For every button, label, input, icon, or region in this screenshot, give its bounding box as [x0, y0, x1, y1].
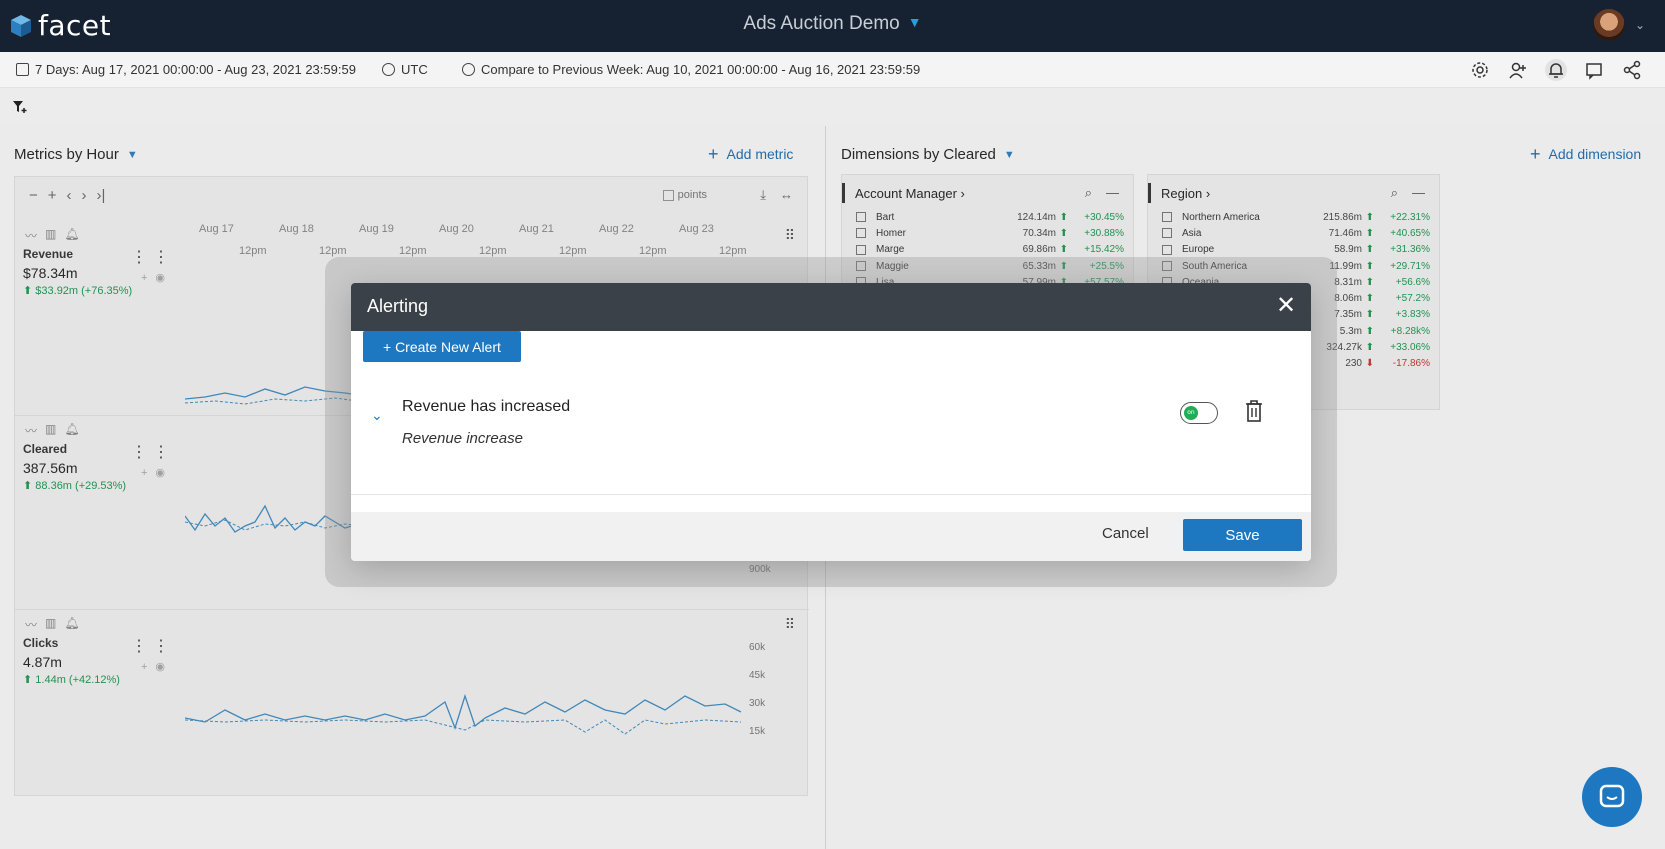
bell-icon[interactable]: [1545, 59, 1567, 81]
calendar-icon: [16, 63, 29, 76]
add-filter-icon[interactable]: [12, 100, 28, 114]
filter-bar: [0, 88, 1665, 126]
compare-text: Compare to Previous Week: Aug 10, 2021 0…: [481, 62, 921, 77]
alert-item: ⌄ Revenue has increased Revenue increase…: [351, 393, 1311, 495]
modal-title: Alerting: [367, 296, 429, 316]
compare-picker[interactable]: Compare to Previous Week: Aug 10, 2021 0…: [462, 62, 920, 77]
user-menu[interactable]: ⌄: [1592, 9, 1645, 41]
toolbar-icons: [1469, 59, 1643, 81]
toggle-knob: on: [1184, 406, 1198, 420]
trash-icon[interactable]: [1244, 399, 1264, 423]
dashboard-title-text: Ads Auction Demo: [743, 13, 900, 34]
save-button[interactable]: Save: [1183, 519, 1302, 551]
dashboard-title[interactable]: Ads Auction Demo ▼: [0, 13, 1665, 35]
time-range-bar: 7 Days: Aug 17, 2021 00:00:00 - Aug 23, …: [0, 52, 1665, 88]
cancel-button[interactable]: Cancel: [1102, 525, 1149, 542]
create-alert-button[interactable]: + Create New Alert: [363, 331, 521, 362]
settings-gear-icon[interactable]: [1469, 59, 1491, 81]
alert-description: Revenue increase: [402, 430, 523, 447]
modal-header: Alerting ✕: [351, 283, 1311, 331]
timezone-picker[interactable]: UTC: [382, 62, 428, 77]
chat-launcher-button[interactable]: [1582, 767, 1642, 827]
compare-icon: [462, 63, 475, 76]
alert-toggle[interactable]: on: [1180, 402, 1218, 424]
share-icon[interactable]: [1621, 59, 1643, 81]
date-range-picker[interactable]: 7 Days: Aug 17, 2021 00:00:00 - Aug 23, …: [16, 62, 356, 77]
timezone-text: UTC: [401, 62, 428, 77]
close-icon[interactable]: ✕: [1273, 294, 1299, 320]
date-range-text: 7 Days: Aug 17, 2021 00:00:00 - Aug 23, …: [35, 62, 356, 77]
modal-footer: Cancel Save: [351, 512, 1311, 561]
avatar[interactable]: [1592, 9, 1625, 41]
top-bar: facet Ads Auction Demo ▼ ⌄: [0, 0, 1665, 52]
chevron-down-icon[interactable]: ▼: [908, 14, 922, 30]
chevron-down-icon[interactable]: ⌄: [1635, 18, 1645, 32]
alerting-modal: Alerting ✕ + Create New Alert ⌄ Revenue …: [351, 283, 1311, 561]
chat-icon: [1599, 784, 1625, 808]
globe-icon: [382, 63, 395, 76]
alert-title: Revenue has increased: [402, 398, 571, 415]
add-user-icon[interactable]: [1507, 59, 1529, 81]
chevron-down-icon[interactable]: ⌄: [371, 407, 383, 424]
comment-icon[interactable]: [1583, 59, 1605, 81]
